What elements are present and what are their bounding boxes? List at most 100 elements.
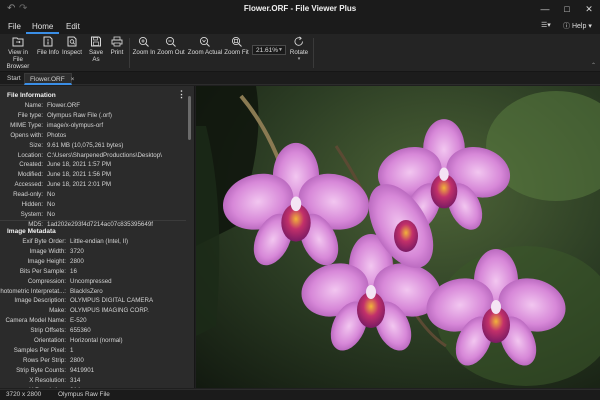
info-value[interactable]: 3720 bbox=[70, 247, 84, 256]
info-key: Opens with: bbox=[10, 131, 43, 139]
zoom-actual-button[interactable]: Zoom Actual bbox=[187, 36, 223, 56]
zoom-level-select[interactable]: 21.61% ▼ bbox=[252, 45, 286, 55]
info-value[interactable]: No bbox=[47, 210, 55, 219]
info-row: Orientation: Horizontal (normal) bbox=[0, 336, 186, 345]
rotate-button[interactable]: Rotate ▾ bbox=[288, 36, 310, 63]
file-info-button[interactable]: File Info bbox=[36, 36, 60, 56]
info-row: Accessed: June 18, 2021 2:01 PM bbox=[0, 180, 186, 189]
zoom-fit-button[interactable]: Zoom Fit bbox=[223, 36, 250, 56]
info-value[interactable]: 9.61 MB (10,075,261 bytes) bbox=[47, 141, 123, 150]
info-key: File type: bbox=[17, 111, 43, 119]
menu-home[interactable]: Home bbox=[26, 20, 60, 34]
info-value[interactable]: 314 bbox=[70, 386, 80, 389]
tab-flower-orf[interactable]: Flower.ORF × bbox=[24, 73, 75, 85]
tab-close-icon[interactable]: × bbox=[71, 76, 75, 83]
info-row: Exif Byte Order: Little-endian (Intel, II… bbox=[0, 237, 186, 246]
info-value[interactable]: June 18, 2021 1:56 PM bbox=[47, 170, 111, 179]
info-key: Image Height: bbox=[27, 257, 66, 265]
info-row: File type: Olympus Raw File (.orf) bbox=[0, 111, 186, 120]
info-row: Image Description: OLYMPUS DIGITAL CAMERA bbox=[0, 296, 186, 305]
help-icon: ⓘ bbox=[563, 23, 570, 30]
info-row: Size: 9.61 MB (10,075,261 bytes) bbox=[0, 141, 186, 150]
document-tab-bar: Start Flower.ORF × bbox=[0, 72, 600, 85]
info-row: Image Width: 3720 bbox=[0, 247, 186, 256]
ribbon-collapse-icon[interactable]: ⌃ bbox=[591, 62, 596, 69]
info-row: X Resolution: 314 bbox=[0, 376, 186, 385]
zoom-fit-label: Zoom Fit bbox=[224, 49, 249, 56]
info-value[interactable]: 16 bbox=[70, 267, 77, 276]
info-value[interactable]: OLYMPUS DIGITAL CAMERA bbox=[70, 296, 153, 305]
help-menu[interactable]: ⓘ Help ▾ bbox=[563, 21, 592, 31]
info-key: Photometric Interpretat...: bbox=[0, 287, 66, 295]
info-key: MIME Type: bbox=[10, 121, 43, 129]
rotate-chevron-icon: ▾ bbox=[297, 56, 301, 62]
info-value[interactable]: Little-endian (Intel, II) bbox=[70, 237, 128, 246]
zoom-in-button[interactable]: Zoom In bbox=[132, 36, 156, 56]
info-row: Location: C:\Users\SharpenedProductions\D… bbox=[0, 151, 186, 160]
info-row: Created: June 18, 2021 1:57 PM bbox=[0, 160, 186, 169]
info-value[interactable]: 9419901 bbox=[70, 366, 94, 375]
zoom-level-value: 21.61% bbox=[256, 47, 279, 54]
zoom-actual-icon bbox=[199, 36, 210, 47]
info-key: Rows Per Strip: bbox=[23, 356, 66, 364]
info-value[interactable]: C:\Users\SharpenedProductions\Desktop\ bbox=[47, 151, 162, 160]
info-value[interactable]: E-520 bbox=[70, 316, 87, 325]
menu-edit[interactable]: Edit bbox=[60, 20, 86, 34]
info-row: Y Resolution: 314 bbox=[0, 386, 186, 389]
info-value[interactable]: BlackIsZero bbox=[70, 287, 103, 296]
info-value[interactable]: Photos bbox=[47, 131, 66, 140]
info-key: Location: bbox=[17, 151, 43, 159]
info-value[interactable]: Uncompressed bbox=[70, 277, 112, 286]
maximize-button[interactable]: □ bbox=[556, 0, 578, 18]
print-button[interactable]: Print bbox=[108, 36, 126, 56]
image-viewer[interactable] bbox=[196, 86, 600, 388]
more-options-icon[interactable]: ⋮ bbox=[177, 89, 186, 100]
file-info-label: File Info bbox=[36, 49, 59, 56]
inspect-button[interactable]: Inspect bbox=[61, 36, 83, 56]
info-value[interactable]: 1 bbox=[70, 346, 73, 355]
info-key: Read-only: bbox=[13, 191, 43, 199]
info-value[interactable]: No bbox=[47, 190, 55, 199]
save-as-button[interactable]: Save As bbox=[85, 36, 107, 63]
status-bar: 3720 x 2800 Olympus Raw File bbox=[0, 389, 600, 400]
close-button[interactable]: ✕ bbox=[578, 0, 600, 18]
info-key: Samples Per Pixel: bbox=[13, 346, 66, 354]
info-row: Modified: June 18, 2021 1:56 PM bbox=[0, 170, 186, 179]
info-value[interactable]: image/x-olympus-orf bbox=[47, 121, 103, 130]
info-row: Bits Per Sample: 16 bbox=[0, 267, 186, 276]
info-value[interactable]: June 18, 2021 2:01 PM bbox=[47, 180, 111, 189]
zoom-out-label: Zoom Out bbox=[157, 49, 185, 56]
inspect-icon bbox=[67, 36, 77, 47]
info-key: Modified: bbox=[17, 171, 43, 179]
info-key: Orientation: bbox=[34, 337, 66, 344]
info-row: Opens with: Photos bbox=[0, 131, 186, 140]
ribbon-separator bbox=[313, 38, 314, 68]
folder-icon bbox=[12, 37, 24, 47]
info-key: Bits Per Sample: bbox=[19, 267, 66, 275]
info-value[interactable]: Olympus Raw File (.orf) bbox=[47, 111, 112, 120]
view-in-browser-button[interactable]: View in File Browser bbox=[3, 36, 33, 70]
panel-scrollbar[interactable] bbox=[187, 90, 192, 384]
section-divider bbox=[0, 220, 186, 221]
info-value[interactable]: 1ad202e293f4d7214ac07c835395649f bbox=[47, 220, 153, 229]
info-value[interactable]: 2800 bbox=[70, 257, 84, 266]
scrollbar-thumb[interactable] bbox=[188, 96, 191, 140]
info-value[interactable]: 2800 bbox=[70, 356, 84, 365]
settings-menu-icon[interactable]: ☰▾ bbox=[541, 21, 551, 29]
info-value[interactable]: Horizontal (normal) bbox=[70, 336, 123, 345]
info-value[interactable]: OLYMPUS IMAGING CORP. bbox=[70, 306, 149, 315]
info-row: System: No bbox=[0, 210, 186, 219]
zoom-in-icon bbox=[138, 36, 149, 47]
file-information-heading: File Information bbox=[7, 92, 56, 99]
minimize-button[interactable]: — bbox=[534, 0, 556, 18]
rotate-label: Rotate bbox=[289, 49, 309, 56]
zoom-out-button[interactable]: Zoom Out bbox=[157, 36, 185, 56]
tab-start[interactable]: Start bbox=[2, 73, 26, 85]
info-value[interactable]: No bbox=[47, 200, 55, 209]
info-value[interactable]: Flower.ORF bbox=[47, 101, 80, 110]
info-value[interactable]: 655360 bbox=[70, 326, 91, 335]
info-value[interactable]: June 18, 2021 1:57 PM bbox=[47, 160, 111, 169]
orchid-photo[interactable] bbox=[196, 86, 600, 388]
info-value[interactable]: 314 bbox=[70, 376, 80, 385]
menu-file[interactable]: File bbox=[2, 20, 27, 34]
